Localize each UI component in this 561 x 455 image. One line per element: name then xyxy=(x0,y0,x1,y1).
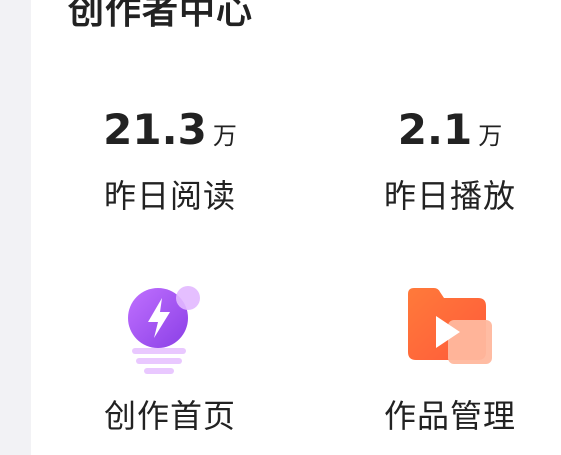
lightbulb-lightning-icon xyxy=(128,286,200,374)
stat-value: 2.1 xyxy=(397,105,473,154)
left-gutter xyxy=(0,0,31,455)
stat-unit: 万 xyxy=(212,122,237,150)
stat-label: 昨日阅读 xyxy=(103,177,236,215)
stat-yesterday-plays[interactable]: 2.1 万 昨日播放 xyxy=(350,100,550,218)
stat-value-row: 21.3 万 xyxy=(70,100,270,160)
section-title: 创作者中心 xyxy=(68,0,254,32)
stat-yesterday-reads[interactable]: 21.3 万 昨日阅读 xyxy=(70,100,270,218)
stat-value-row: 2.1 万 xyxy=(350,100,550,160)
tile-creation-home[interactable]: 创作首页 xyxy=(70,280,270,438)
video-folder-icon xyxy=(408,288,492,364)
tile-label: 作品管理 xyxy=(383,397,516,435)
tile-works-management[interactable]: 作品管理 xyxy=(350,280,550,438)
tile-label: 创作首页 xyxy=(103,397,236,435)
creator-center-screen: 创作者中心 21.3 万 昨日阅读 2.1 万 昨日播放 创作首页 作品管理 xyxy=(0,0,561,455)
stat-label: 昨日播放 xyxy=(383,177,516,215)
stat-value: 21.3 xyxy=(103,105,207,154)
stat-unit: 万 xyxy=(478,122,503,150)
